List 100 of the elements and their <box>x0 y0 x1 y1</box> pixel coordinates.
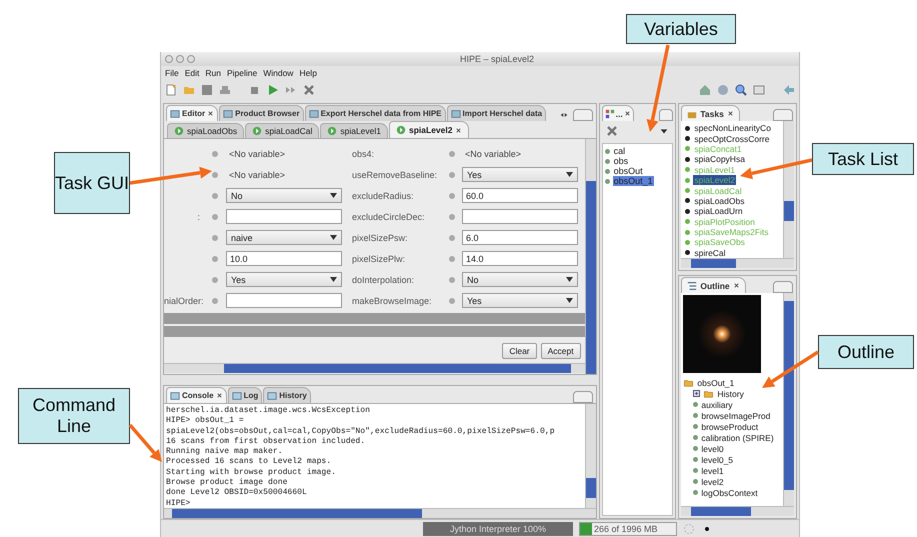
close-icon[interactable] <box>303 84 315 96</box>
input-field[interactable] <box>226 293 342 308</box>
vertical-scrollbar[interactable] <box>584 404 596 508</box>
task-item[interactable]: specOptCrossCorre <box>693 134 770 144</box>
vertical-scrollbar[interactable] <box>584 139 596 374</box>
dropdown[interactable]: naive <box>226 230 342 245</box>
dropdown[interactable]: No <box>462 272 578 287</box>
task-item[interactable]: spiaLoadObs <box>693 196 746 206</box>
variable-item[interactable]: obsOut_1 <box>612 176 654 186</box>
tree-item[interactable]: calibration (SPIRE) <box>701 432 774 442</box>
menu-item[interactable]: File <box>164 68 180 78</box>
stop-icon[interactable] <box>249 84 261 96</box>
run-icon[interactable] <box>267 84 279 96</box>
variable-item[interactable]: cal <box>612 146 626 156</box>
minimize-maximize-icon[interactable] <box>659 109 674 121</box>
expand-icon[interactable] <box>693 390 700 397</box>
menu-item[interactable]: Window <box>262 68 294 78</box>
input-field[interactable]: 14.0 <box>462 251 578 266</box>
tab[interactable]: Outline <box>681 277 746 293</box>
tab[interactable]: Product Browser <box>219 105 304 121</box>
tab[interactable]: Import Herschel data <box>446 105 546 121</box>
dropdown[interactable]: Yes <box>462 293 578 308</box>
tree-item[interactable]: logObsContext <box>701 488 758 498</box>
input-field[interactable] <box>226 209 342 224</box>
status-dot-icon <box>212 276 218 282</box>
variable-item[interactable]: obs <box>612 156 630 166</box>
form-button[interactable]: Clear <box>502 343 537 359</box>
search-icon[interactable] <box>735 84 747 96</box>
console-line: 16 scans from first observation included. <box>166 436 366 447</box>
input-field[interactable]: 6.0 <box>462 230 578 245</box>
status-dot-icon <box>449 214 455 220</box>
tab[interactable]: ... <box>602 105 634 121</box>
tree-item[interactable]: level1 <box>701 466 724 476</box>
task-item[interactable]: spiaCopyHsa <box>693 154 746 164</box>
menu-item[interactable]: Run <box>204 68 222 78</box>
dropdown[interactable]: Yes <box>462 167 578 182</box>
tree-item[interactable]: level2 <box>701 476 724 486</box>
menu-item[interactable]: Edit <box>184 68 200 78</box>
horizontal-scrollbar[interactable] <box>164 363 585 373</box>
minimize-maximize-icon[interactable] <box>773 281 793 293</box>
tab[interactable]: Tasks <box>681 105 740 121</box>
tab[interactable]: spiaLevel2 <box>389 121 470 138</box>
minimize-maximize-icon[interactable] <box>773 109 793 121</box>
task-item[interactable]: spiaLoadUrn <box>693 206 744 216</box>
step-icon[interactable] <box>285 84 297 96</box>
input-field[interactable]: 60.0 <box>462 188 578 203</box>
field-label: useRemoveBaseline: <box>352 170 438 180</box>
callout-label: Task List <box>812 143 914 175</box>
tab[interactable]: Console <box>166 387 227 403</box>
open-folder-icon <box>683 378 694 388</box>
caret-icon <box>330 235 337 240</box>
outline-icon <box>687 280 698 290</box>
delete-icon[interactable] <box>606 125 618 137</box>
callout-label: Command Line <box>18 388 130 444</box>
variable-item[interactable]: obsOut <box>612 166 644 176</box>
tree-item[interactable]: level0_5 <box>701 454 734 464</box>
status-dot-icon <box>449 256 455 262</box>
tree-item[interactable]: browseImageProd <box>701 410 770 420</box>
dropdown[interactable]: No <box>226 188 342 203</box>
tab[interactable]: Editor <box>166 105 218 121</box>
vertical-scrollbar[interactable] <box>783 121 794 258</box>
menu-item[interactable]: Help <box>298 68 318 78</box>
tab[interactable]: Export Herschel data from HIPE <box>304 105 446 121</box>
minimize-maximize-icon[interactable] <box>572 391 593 403</box>
tree-item[interactable]: browseProduct <box>701 422 758 432</box>
tab[interactable]: spiaLevel1 <box>320 123 388 138</box>
tree-item[interactable]: level0 <box>701 444 724 454</box>
tree-item[interactable]: obsOut_1 <box>697 378 734 388</box>
back-arrow-icon[interactable] <box>783 84 795 96</box>
tree-item[interactable]: History <box>717 388 744 398</box>
variable-value: <No variable> <box>228 170 286 180</box>
status-dot-icon <box>449 150 455 156</box>
tab[interactable]: spiaLoadObs <box>167 123 244 138</box>
task-item[interactable]: specNonLinearityCo <box>693 123 772 134</box>
minimize-maximize-icon[interactable] <box>572 109 593 121</box>
input-field[interactable] <box>462 209 578 224</box>
dropdown[interactable]: Yes <box>226 272 342 287</box>
variable-value: <No variable> <box>464 148 522 158</box>
tab[interactable]: Log <box>228 387 262 403</box>
window-icon[interactable] <box>753 84 765 96</box>
tab[interactable]: spiaLoadCal <box>245 123 320 138</box>
form-button[interactable]: Accept <box>540 343 581 359</box>
leaf-dot-icon <box>693 479 698 484</box>
folder-icon[interactable] <box>183 84 195 96</box>
status-dot-icon <box>212 150 218 156</box>
vertical-scrollbar[interactable] <box>783 293 794 506</box>
horizontal-scrollbar[interactable] <box>164 508 596 518</box>
horizontal-scrollbar[interactable] <box>681 506 794 516</box>
console-line: HIPE> obsOut_1 = <box>166 416 245 427</box>
house-icon[interactable] <box>699 84 711 96</box>
task-item[interactable]: spireCal <box>693 248 727 258</box>
status-dot-icon <box>212 214 218 220</box>
tab[interactable]: History <box>263 387 311 403</box>
input-field[interactable]: 10.0 <box>226 251 342 266</box>
horizontal-scrollbar[interactable] <box>681 258 794 268</box>
new-file-icon[interactable] <box>165 84 177 96</box>
menu-item[interactable]: Pipeline <box>226 68 258 78</box>
tree-item[interactable]: auxiliary <box>701 400 733 410</box>
save-icon[interactable] <box>201 84 213 96</box>
caret-icon <box>330 193 337 198</box>
